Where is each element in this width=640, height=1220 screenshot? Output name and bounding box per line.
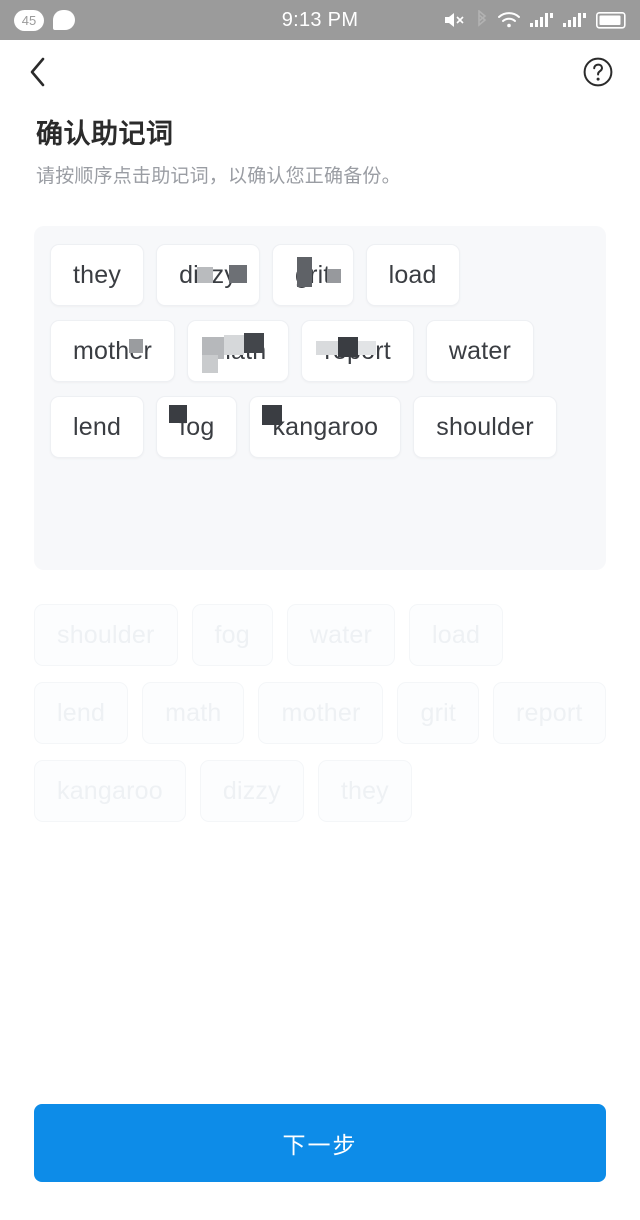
selected-word-label: fog <box>179 412 215 441</box>
back-button[interactable] <box>18 52 58 92</box>
signal-bars-icon <box>530 13 553 27</box>
selected-word-chip[interactable]: water <box>425 320 535 383</box>
selected-word-chip[interactable]: kangaroo <box>249 396 402 459</box>
selected-word-label: mother <box>73 336 153 365</box>
help-button[interactable] <box>578 52 618 92</box>
wifi-icon <box>498 12 520 28</box>
bank-word-chip[interactable]: kangaroo <box>34 760 186 823</box>
bank-word-label: grit <box>420 698 457 727</box>
selected-word-label: math <box>210 336 267 365</box>
bank-word-label: dizzy <box>222 776 281 805</box>
bank-word-chip[interactable]: water <box>286 604 395 667</box>
selected-word-chip[interactable]: lend <box>50 396 145 459</box>
selected-word-label: they <box>73 260 122 289</box>
bank-word-chip[interactable]: load <box>409 604 504 667</box>
selected-word-chip[interactable]: mother <box>50 320 176 383</box>
selected-word-label: water <box>448 336 512 365</box>
bank-word-label: they <box>340 776 389 805</box>
bank-word-chip[interactable]: dizzy <box>199 760 304 823</box>
battery-icon <box>596 11 626 29</box>
next-step-button[interactable]: 下一步 <box>34 1104 606 1182</box>
bank-word-label: water <box>309 620 372 649</box>
bank-word-chip[interactable]: report <box>493 682 606 745</box>
selected-words-panel: they dizzy grit load mother math report water le… <box>34 226 606 571</box>
page-title: 确认助记词 <box>36 119 174 149</box>
bank-word-label: fog <box>214 620 250 649</box>
bank-word-label: math <box>165 698 222 727</box>
bank-word-chip[interactable]: grit <box>397 682 480 745</box>
bank-word-chip[interactable]: fog <box>191 604 273 667</box>
bank-word-label: mother <box>281 698 361 727</box>
selected-word-label: lend <box>73 412 122 441</box>
bank-word-label: lend <box>57 698 106 727</box>
signal-bars-icon <box>563 13 586 27</box>
bank-word-chip[interactable]: lend <box>34 682 129 745</box>
selected-word-label: report <box>324 336 391 365</box>
selected-word-label: kangaroo <box>272 412 379 441</box>
bank-word-chip[interactable]: mother <box>258 682 384 745</box>
selected-word-chip[interactable]: grit <box>272 244 354 307</box>
status-bar-right <box>443 10 626 30</box>
app-screen: 45 9:13 PM 确认助记词 请按顺序点击助记词，以确认您正确备份。 the… <box>0 0 640 1220</box>
bank-word-label: kangaroo <box>57 776 163 805</box>
bank-word-label: load <box>432 620 481 649</box>
bank-word-chip[interactable]: math <box>142 682 245 745</box>
bank-word-label: shoulder <box>57 620 155 649</box>
selected-word-label: grit <box>295 260 331 289</box>
layout-spacer <box>0 822 640 1104</box>
chevron-left-icon <box>30 57 45 87</box>
page-subtitle: 请按顺序点击助记词，以确认您正确备份。 <box>36 165 401 187</box>
selected-word-chip[interactable]: math <box>187 320 290 383</box>
word-bank: shoulder fog water load lend math mother grit re… <box>34 604 606 823</box>
selected-word-label: shoulder <box>436 412 534 441</box>
selected-word-chip[interactable]: report <box>301 320 414 383</box>
bluetooth-icon <box>478 10 487 27</box>
status-bar: 45 9:13 PM <box>0 0 640 40</box>
selected-word-label: load <box>388 260 437 289</box>
header-block: 确认助记词 请按顺序点击助记词，以确认您正确备份。 <box>0 104 640 190</box>
footer: 下一步 <box>0 1104 640 1220</box>
selected-word-chip[interactable]: fog <box>156 396 238 459</box>
bank-word-chip[interactable]: shoulder <box>34 604 178 667</box>
selected-word-chip[interactable]: load <box>365 244 460 307</box>
navigation-bar <box>0 40 640 104</box>
question-circle-icon <box>583 57 613 87</box>
selected-word-chip[interactable]: they <box>50 244 145 307</box>
selected-word-label: dizzy <box>179 260 238 289</box>
bank-word-label: report <box>516 698 583 727</box>
volume-muted-icon <box>445 13 464 27</box>
selected-word-chip[interactable]: shoulder <box>413 396 557 459</box>
selected-word-chip[interactable]: dizzy <box>156 244 261 307</box>
bank-word-chip[interactable]: they <box>317 760 412 823</box>
